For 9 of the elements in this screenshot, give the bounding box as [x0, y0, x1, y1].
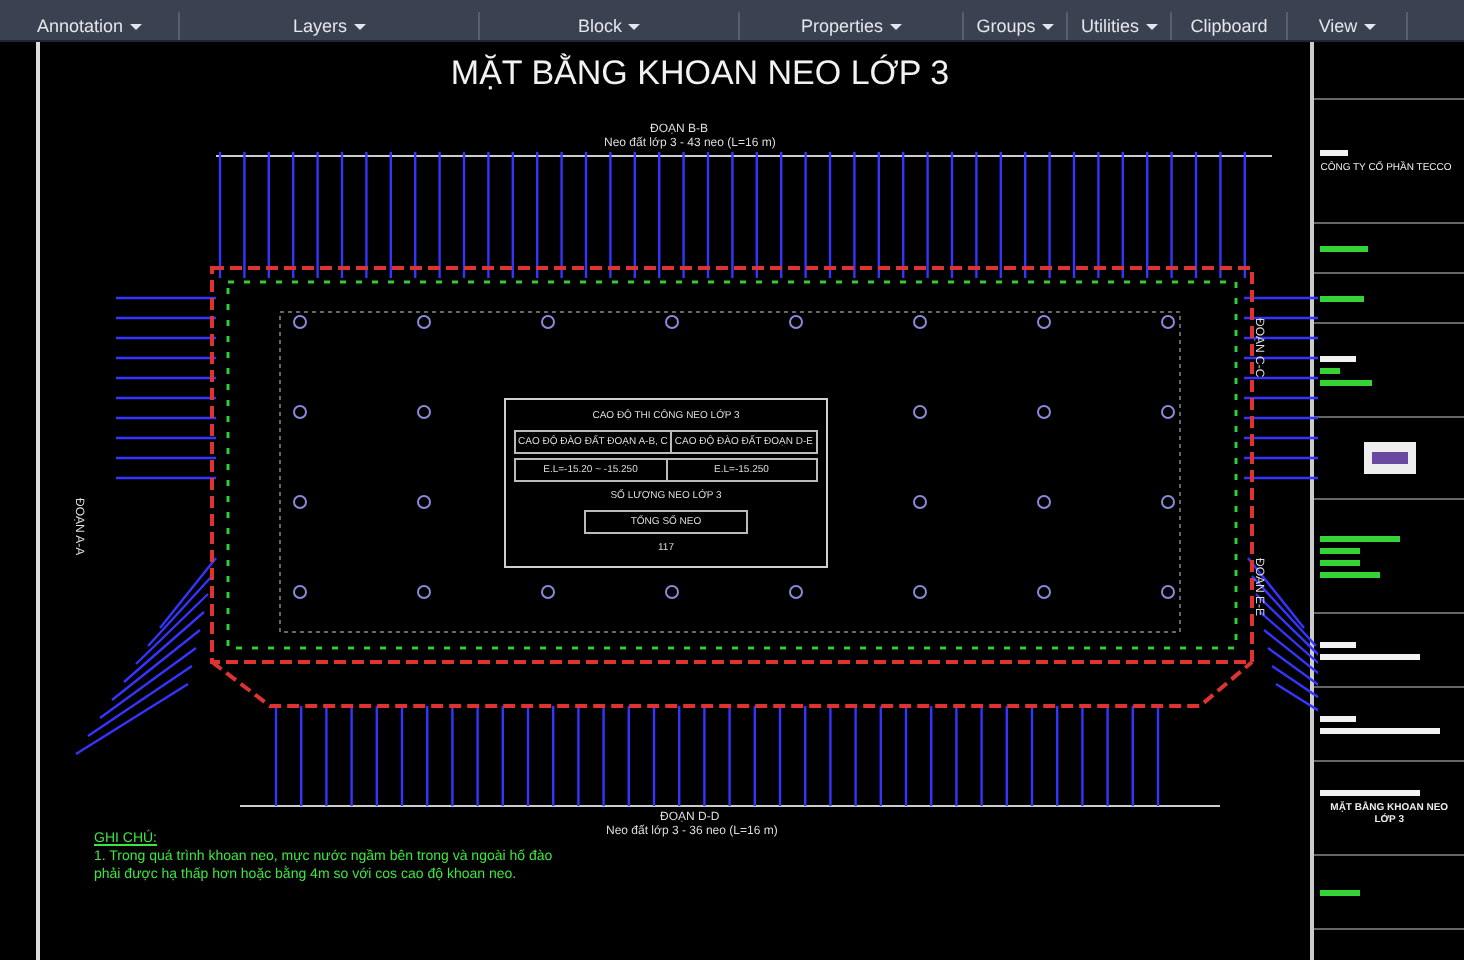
caret-icon — [889, 23, 902, 29]
caret-icon — [129, 23, 142, 29]
caret-icon — [353, 23, 365, 29]
company-logo — [1363, 442, 1416, 474]
caret-icon — [628, 23, 640, 29]
caret-icon — [1041, 23, 1054, 29]
caret-icon — [1363, 23, 1376, 29]
drawing-title: MẶT BẰNG KHOAN NEO LỚP 3 — [448, 54, 952, 94]
caret-icon — [1145, 23, 1157, 29]
